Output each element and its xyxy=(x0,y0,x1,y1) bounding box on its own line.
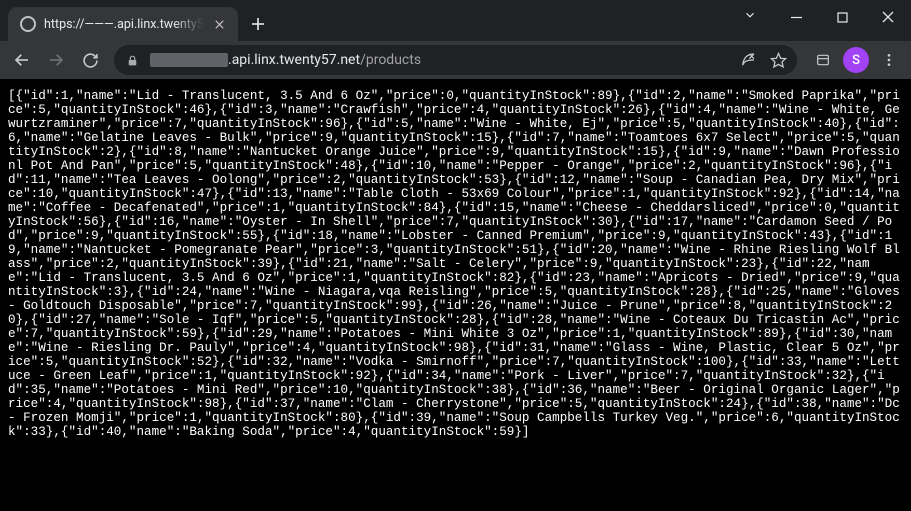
window-dropdown-button[interactable] xyxy=(727,0,773,32)
response-body: [{"id":1,"name":"Lid - Translucent, 3.5 … xyxy=(0,79,911,511)
menu-button[interactable] xyxy=(875,46,903,74)
forward-button[interactable] xyxy=(42,46,70,74)
share-icon[interactable] xyxy=(740,52,756,68)
new-tab-button[interactable] xyxy=(244,10,272,38)
url-text: .api.linx.twenty57.net /products xyxy=(150,52,730,68)
bookmark-star-icon[interactable] xyxy=(770,52,787,69)
profile-avatar[interactable]: S xyxy=(843,47,869,73)
avatar-initial: S xyxy=(852,53,860,68)
browser-toolbar: .api.linx.twenty57.net /products S xyxy=(0,41,911,79)
back-button[interactable] xyxy=(8,46,36,74)
window-controls xyxy=(727,0,911,34)
minimize-button[interactable] xyxy=(773,0,819,34)
maximize-button[interactable] xyxy=(819,0,865,34)
globe-favicon-icon xyxy=(20,16,36,32)
extensions-icon[interactable] xyxy=(809,46,837,74)
url-redacted-segment xyxy=(150,53,228,67)
address-bar[interactable]: .api.linx.twenty57.net /products xyxy=(114,45,797,75)
url-host: .api.linx.twenty57.net xyxy=(228,52,360,68)
lock-icon xyxy=(126,54,140,67)
browser-tab[interactable]: https://———.api.linx.twenty5 xyxy=(8,7,238,41)
tab-title: https://———.api.linx.twenty5 xyxy=(44,17,204,32)
close-tab-button[interactable] xyxy=(212,16,228,32)
close-window-button[interactable] xyxy=(865,0,911,34)
reload-button[interactable] xyxy=(76,46,104,74)
url-path: /products xyxy=(360,52,421,68)
